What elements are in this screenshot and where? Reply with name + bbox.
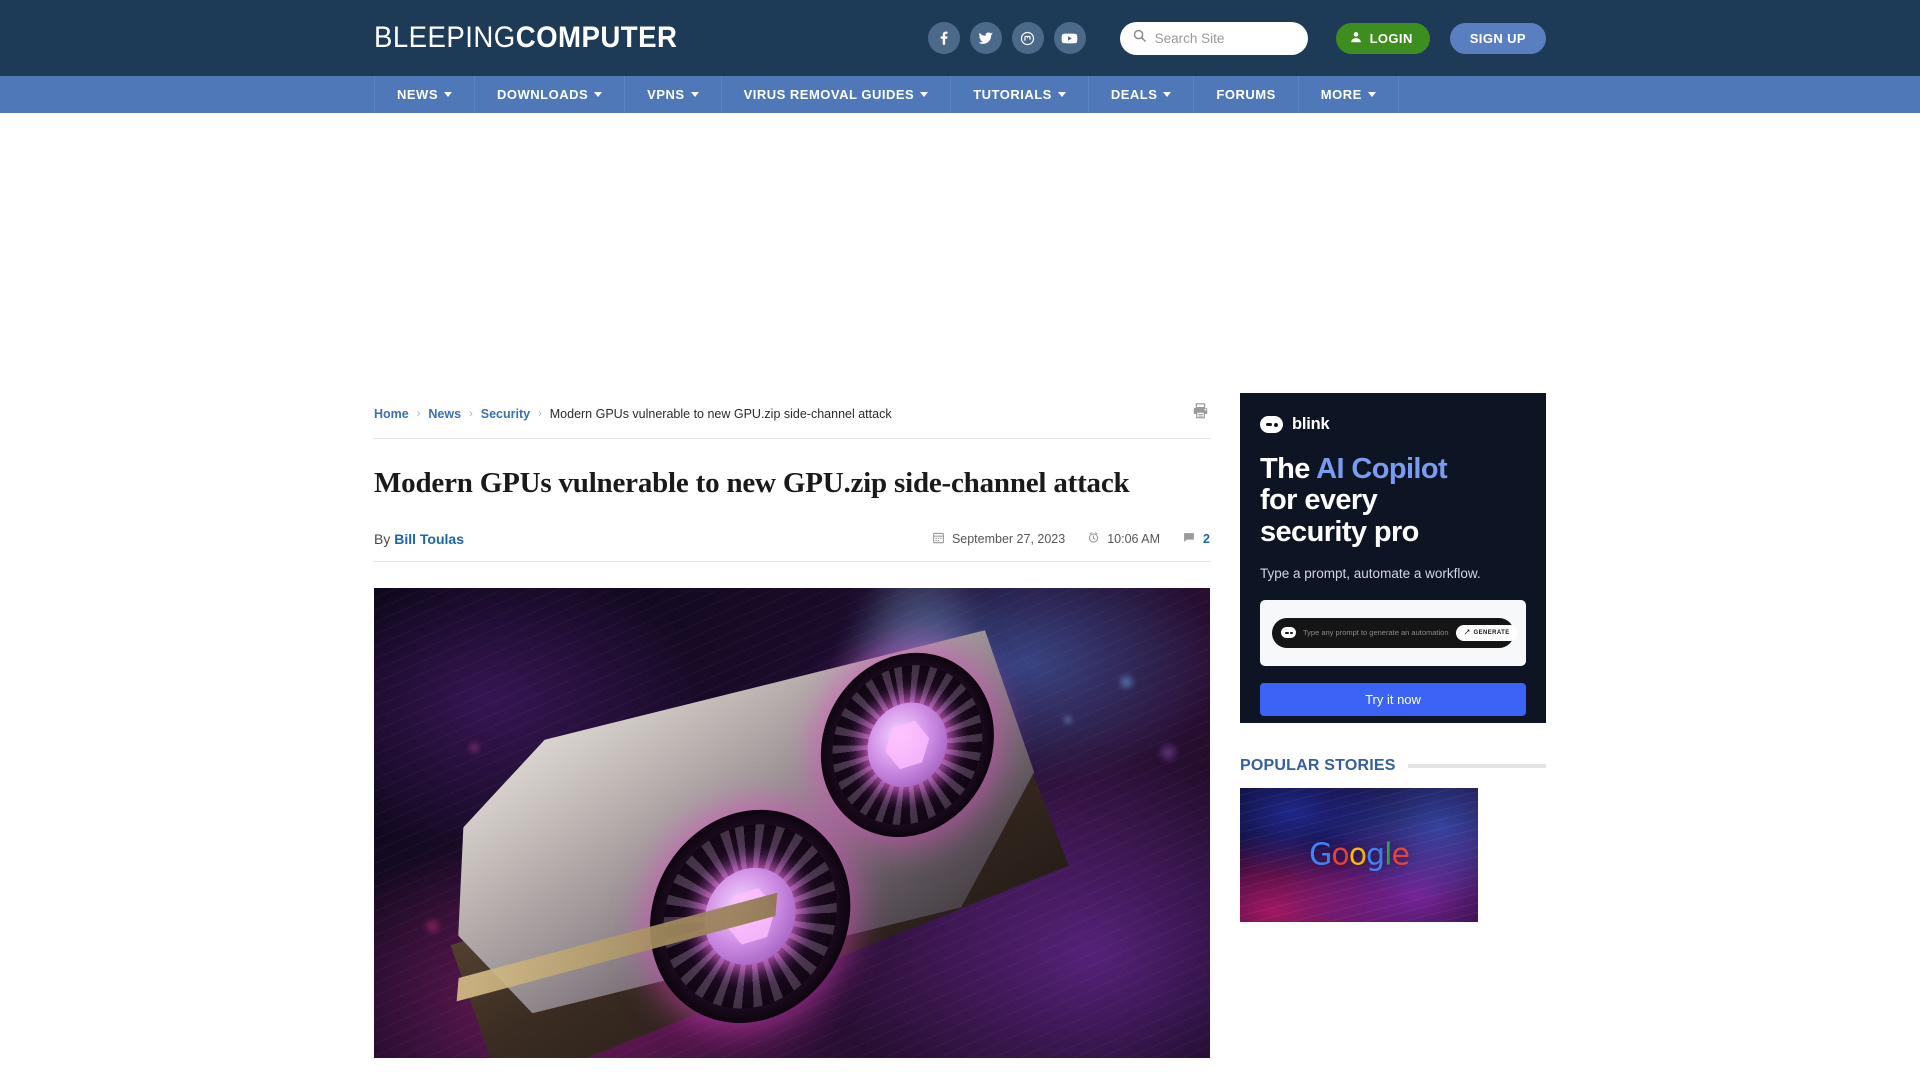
user-icon — [1349, 30, 1363, 47]
google-logo: Google — [1309, 837, 1410, 873]
youtube-icon[interactable] — [1053, 22, 1086, 54]
chevron-down-icon — [594, 92, 603, 97]
nav-item-tutorials[interactable]: TUTORIALS — [950, 76, 1088, 113]
nav-item-more[interactable]: MORE — [1297, 76, 1399, 113]
search-icon — [1132, 28, 1147, 48]
calendar-icon — [932, 531, 945, 547]
popular-stories-header: POPULAR STORIES — [1240, 757, 1546, 775]
breadcrumb-current: Modern GPUs vulnerable to new GPU.zip si… — [549, 406, 892, 421]
blink-prompt-bar: Type any prompt to generate an automatio… — [1272, 617, 1518, 648]
blink-robot-icon — [1260, 416, 1283, 433]
mastodon-icon[interactable] — [1011, 22, 1044, 54]
nav-item-news[interactable]: NEWS — [374, 76, 474, 113]
popular-stories-title: POPULAR STORIES — [1240, 757, 1396, 774]
facebook-icon[interactable] — [927, 22, 960, 54]
site-header: BLEEPINGCOMPUTER Search Site LOGIN SIGN … — [0, 0, 1920, 76]
by-label: By — [374, 530, 391, 547]
blink-prompt-mockup: Type any prompt to generate an automatio… — [1260, 599, 1526, 666]
breadcrumb-separator-icon: › — [538, 407, 542, 420]
article-hero-image — [374, 587, 1210, 1058]
logo-bold: COMPUTER — [515, 21, 678, 54]
sidebar: blink The AI Copilot for every security … — [1240, 393, 1546, 1058]
main-navigation: NEWS DOWNLOADS VPNS VIRUS REMOVAL GUIDES… — [0, 76, 1920, 113]
chevron-down-icon — [920, 92, 929, 97]
site-logo[interactable]: BLEEPINGCOMPUTER — [374, 21, 677, 55]
blink-prompt-placeholder: Type any prompt to generate an automatio… — [1303, 628, 1449, 638]
chevron-down-icon — [1367, 92, 1376, 97]
blink-try-it-now-button[interactable]: Try it now — [1260, 682, 1526, 716]
leaderboard-ad-slot — [0, 113, 1920, 393]
blink-subtitle: Type a prompt, automate a workflow. — [1260, 565, 1481, 581]
breadcrumb-separator-icon: › — [469, 407, 473, 420]
popular-story-thumbnail[interactable]: Google — [1240, 788, 1478, 922]
signup-button[interactable]: SIGN UP — [1449, 22, 1546, 54]
time-text: 10:06 AM — [1107, 531, 1161, 546]
breadcrumb-home[interactable]: Home — [374, 407, 409, 421]
breadcrumb-separator-icon: › — [416, 407, 421, 420]
comment-icon — [1182, 531, 1196, 547]
breadcrumb: Home › News › Security › Modern GPUs vul… — [374, 407, 1191, 421]
clock-icon — [1087, 531, 1100, 547]
signup-label: SIGN UP — [1469, 30, 1526, 46]
headline-part-2: for every — [1260, 484, 1378, 517]
nav-label: DEALS — [1110, 87, 1158, 102]
print-icon[interactable] — [1191, 402, 1210, 425]
blink-generate-button: GENERATE — [1455, 624, 1518, 641]
nav-label: VPNS — [647, 87, 685, 102]
chevron-down-icon — [444, 92, 452, 97]
search-box[interactable] — [1119, 21, 1308, 55]
headline-accent: AI Copilot — [1316, 453, 1448, 485]
login-label: LOGIN — [1369, 30, 1413, 46]
wand-icon — [1464, 629, 1470, 637]
nav-item-deals[interactable]: DEALS — [1087, 76, 1194, 113]
comments[interactable]: 2 — [1182, 531, 1210, 547]
headline-part-1: The — [1260, 453, 1317, 485]
chevron-down-icon — [1163, 92, 1172, 97]
headline-part-3: security pro — [1260, 515, 1419, 548]
comment-count: 2 — [1203, 531, 1210, 546]
nav-item-downloads[interactable]: DOWNLOADS — [474, 76, 624, 113]
twitter-icon[interactable] — [969, 22, 1002, 54]
blink-brand: blink — [1292, 415, 1330, 433]
publish-date: September 27, 2023 — [932, 531, 1065, 547]
nav-label: DOWNLOADS — [497, 87, 589, 102]
chevron-down-icon — [690, 92, 699, 97]
nav-item-forums[interactable]: FORUMS — [1193, 76, 1297, 113]
header-actions: LOGIN SIGN UP — [927, 21, 1546, 55]
nav-label: MORE — [1320, 87, 1362, 102]
publish-time: 10:06 AM — [1087, 531, 1160, 547]
article-byline: By Bill Toulas September 27, 2023 10:06 … — [374, 501, 1210, 562]
breadcrumb-row: Home › News › Security › Modern GPUs vul… — [374, 393, 1210, 439]
blink-logo: blink — [1260, 415, 1526, 434]
blink-advertisement[interactable]: blink The AI Copilot for every security … — [1240, 393, 1546, 723]
blink-headline: The AI Copilot for every security pro — [1260, 453, 1526, 548]
login-button[interactable]: LOGIN — [1335, 22, 1430, 54]
nav-label: TUTORIALS — [973, 87, 1052, 102]
search-input[interactable] — [1154, 30, 1296, 46]
gpu-fan-hub — [861, 692, 954, 798]
nav-item-virus-removal-guides[interactable]: VIRUS REMOVAL GUIDES — [720, 76, 951, 113]
article-column: Home › News › Security › Modern GPUs vul… — [374, 393, 1210, 1058]
blink-robot-icon-small — [1281, 627, 1296, 639]
page-title: Modern GPUs vulnerable to new GPU.zip si… — [374, 467, 1130, 499]
page-content: Home › News › Security › Modern GPUs vul… — [374, 393, 1546, 1058]
blink-generate-label: GENERATE — [1473, 629, 1510, 636]
nav-item-vpns[interactable]: VPNS — [624, 76, 720, 113]
article-meta: September 27, 2023 10:06 AM 2 — [932, 531, 1210, 547]
nav-label: FORUMS — [1216, 87, 1276, 102]
nav-label: NEWS — [397, 87, 438, 102]
logo-thin: BLEEPING — [374, 21, 516, 54]
chevron-down-icon — [1057, 92, 1066, 97]
breadcrumb-security[interactable]: Security — [481, 407, 530, 421]
breadcrumb-news[interactable]: News — [428, 407, 461, 421]
author-link[interactable]: Bill Toulas — [394, 531, 464, 547]
header-rule — [1407, 764, 1546, 768]
date-text: September 27, 2023 — [951, 531, 1066, 546]
nav-label: VIRUS REMOVAL GUIDES — [743, 87, 915, 102]
